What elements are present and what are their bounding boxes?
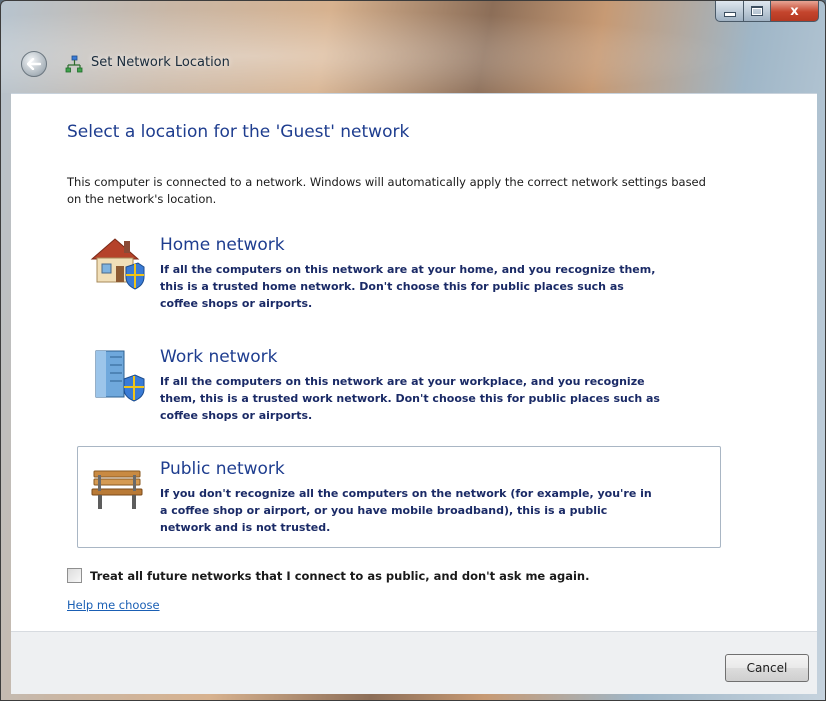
option-title: Home network [160, 235, 285, 255]
intro-text: This computer is connected to a network.… [67, 175, 706, 206]
option-description-line: coffee shops or airports. [160, 297, 313, 310]
maximize-button[interactable] [744, 1, 771, 22]
option-description: If all the computers on this network are… [160, 261, 720, 312]
option-description-line: If all the computers on this network are… [160, 375, 645, 388]
treat-as-public-checkbox[interactable] [67, 568, 82, 583]
house-icon [90, 238, 145, 290]
option-description-line: If you don't recognize all the computers… [160, 487, 652, 500]
option-description-line: network and is not trusted. [160, 521, 331, 534]
option-public-network[interactable]: Public network If you don't recognize al… [77, 446, 721, 548]
back-button[interactable] [21, 51, 47, 77]
minimize-button[interactable] [715, 1, 744, 22]
option-description-line: If all the computers on this network are… [160, 263, 656, 276]
option-description: If you don't recognize all the computers… [160, 485, 720, 536]
option-title: Work network [160, 347, 278, 367]
park-bench-icon [91, 470, 143, 509]
option-work-network[interactable]: Work network If all the computers on thi… [77, 334, 721, 436]
treat-as-public-row: Treat all future networks that I connect… [67, 568, 589, 583]
minimize-icon [723, 11, 736, 17]
network-icon [65, 55, 83, 73]
option-description-line: this is a trusted home network. Don't ch… [160, 280, 624, 293]
dialog-footer: Cancel [11, 631, 817, 694]
back-arrow-icon [27, 58, 41, 70]
title-bar[interactable]: Set Network Location x [1, 1, 825, 93]
set-network-location-window: Set Network Location x Select a location… [0, 0, 826, 701]
help-me-choose-link[interactable]: Help me choose [67, 598, 160, 612]
cancel-button[interactable]: Cancel [725, 654, 809, 682]
maximize-icon [751, 6, 763, 16]
office-building-icon [95, 350, 145, 402]
window-title: Set Network Location [91, 55, 230, 70]
caption-buttons: x [715, 1, 819, 23]
option-title: Public network [160, 459, 285, 479]
option-description-line: coffee shops or airports. [160, 409, 313, 422]
title-bar-background [1, 1, 825, 93]
option-description-line: a coffee shop or airport, or you have mo… [160, 504, 608, 517]
treat-as-public-label[interactable]: Treat all future networks that I connect… [90, 569, 589, 583]
content-area: Select a location for the 'Guest' networ… [11, 93, 817, 632]
option-home-network[interactable]: Home network If all the computers on thi… [77, 222, 721, 324]
option-description-line: them, this is a trusted work network. Do… [160, 392, 660, 405]
page-heading: Select a location for the 'Guest' networ… [67, 122, 410, 142]
close-button[interactable]: x [771, 1, 819, 22]
option-description: If all the computers on this network are… [160, 373, 720, 424]
close-icon: x [790, 3, 799, 19]
